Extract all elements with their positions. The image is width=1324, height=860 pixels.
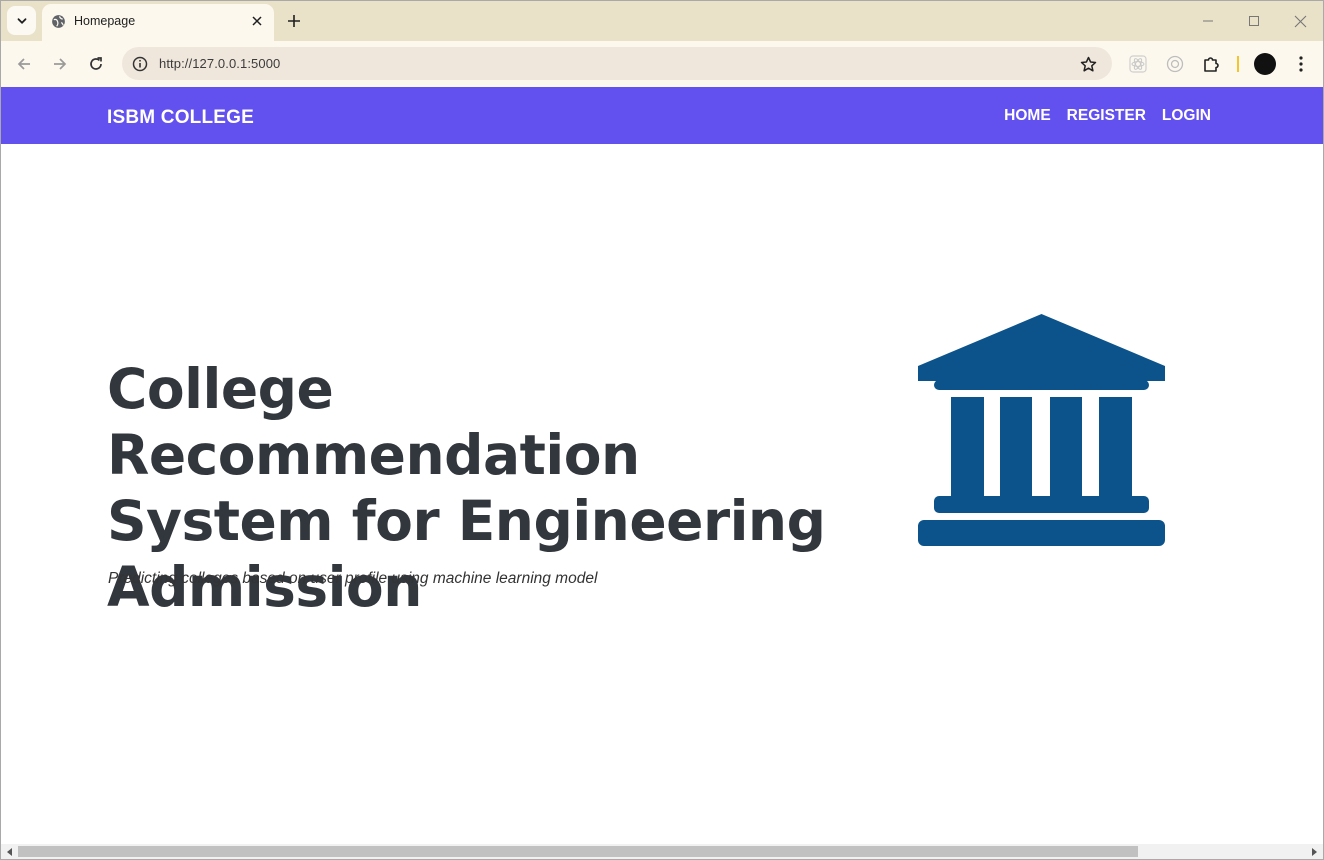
minimize-icon xyxy=(1203,20,1213,22)
back-button[interactable] xyxy=(11,51,37,77)
new-tab-button[interactable] xyxy=(282,9,306,33)
site-info-button[interactable] xyxy=(130,54,150,74)
minimize-button[interactable] xyxy=(1194,9,1222,33)
window-close-button[interactable] xyxy=(1286,9,1314,33)
hero-title-line: System for Engineering xyxy=(107,489,826,553)
reload-button[interactable] xyxy=(83,51,109,77)
extension-button[interactable] xyxy=(1164,53,1186,75)
puzzle-icon xyxy=(1204,57,1219,72)
triangle-left-icon xyxy=(7,848,12,856)
hero-title-line: College Recommendation xyxy=(107,357,640,487)
extension-react-icon xyxy=(1129,55,1147,73)
browser-menu-button[interactable] xyxy=(1291,53,1311,75)
browser-tab[interactable]: Homepage xyxy=(42,4,274,41)
site-brand[interactable]: ISBM COLLEGE xyxy=(107,107,254,129)
close-icon xyxy=(1294,15,1306,27)
extensions-menu-button[interactable] xyxy=(1200,53,1222,75)
tab-search-button[interactable] xyxy=(7,6,36,35)
globe-icon xyxy=(52,15,65,28)
info-icon xyxy=(132,56,148,72)
arrow-left-icon xyxy=(17,58,30,70)
university-building-icon xyxy=(918,314,1165,546)
scrollbar-thumb[interactable] xyxy=(18,846,1138,857)
browser-toolbar: http://127.0.0.1:5000 xyxy=(1,41,1323,87)
maximize-button[interactable] xyxy=(1240,9,1268,33)
toolbar-divider xyxy=(1237,56,1239,72)
profile-avatar[interactable] xyxy=(1254,53,1276,75)
bookmark-button[interactable] xyxy=(1077,53,1099,75)
tab-title: Homepage xyxy=(74,14,136,28)
chevron-down-icon xyxy=(17,17,26,24)
extension-button[interactable] xyxy=(1127,53,1149,75)
triangle-right-icon xyxy=(1312,848,1317,856)
nav-links: HOME REGISTER LOGIN xyxy=(1004,107,1211,125)
hero-subtitle: Predicting colleges based on user profil… xyxy=(108,570,598,587)
url-text: http://127.0.0.1:5000 xyxy=(159,56,281,71)
tab-strip: Homepage xyxy=(1,1,1323,41)
browser-window: Homepage http://127.0.0.1:5000 ISBM COLL… xyxy=(0,0,1324,860)
address-bar[interactable]: http://127.0.0.1:5000 xyxy=(122,47,1112,80)
more-vertical-icon xyxy=(1299,56,1303,72)
scroll-left-button[interactable] xyxy=(5,847,15,857)
forward-button[interactable] xyxy=(47,51,73,77)
maximize-icon xyxy=(1249,16,1259,26)
nav-link-login[interactable]: LOGIN xyxy=(1162,107,1211,125)
arrow-right-icon xyxy=(54,58,67,70)
tab-close-button[interactable] xyxy=(249,13,265,29)
reload-icon xyxy=(90,57,102,70)
horizontal-scrollbar[interactable] xyxy=(1,844,1323,859)
close-icon xyxy=(252,16,262,26)
site-navbar: ISBM COLLEGE HOME REGISTER LOGIN xyxy=(1,87,1323,144)
star-icon xyxy=(1080,56,1096,72)
nav-link-home[interactable]: HOME xyxy=(1004,107,1051,125)
scroll-right-button[interactable] xyxy=(1309,847,1319,857)
extension-eye-icon xyxy=(1166,55,1184,73)
nav-link-register[interactable]: REGISTER xyxy=(1067,107,1146,125)
plus-icon xyxy=(288,15,300,27)
